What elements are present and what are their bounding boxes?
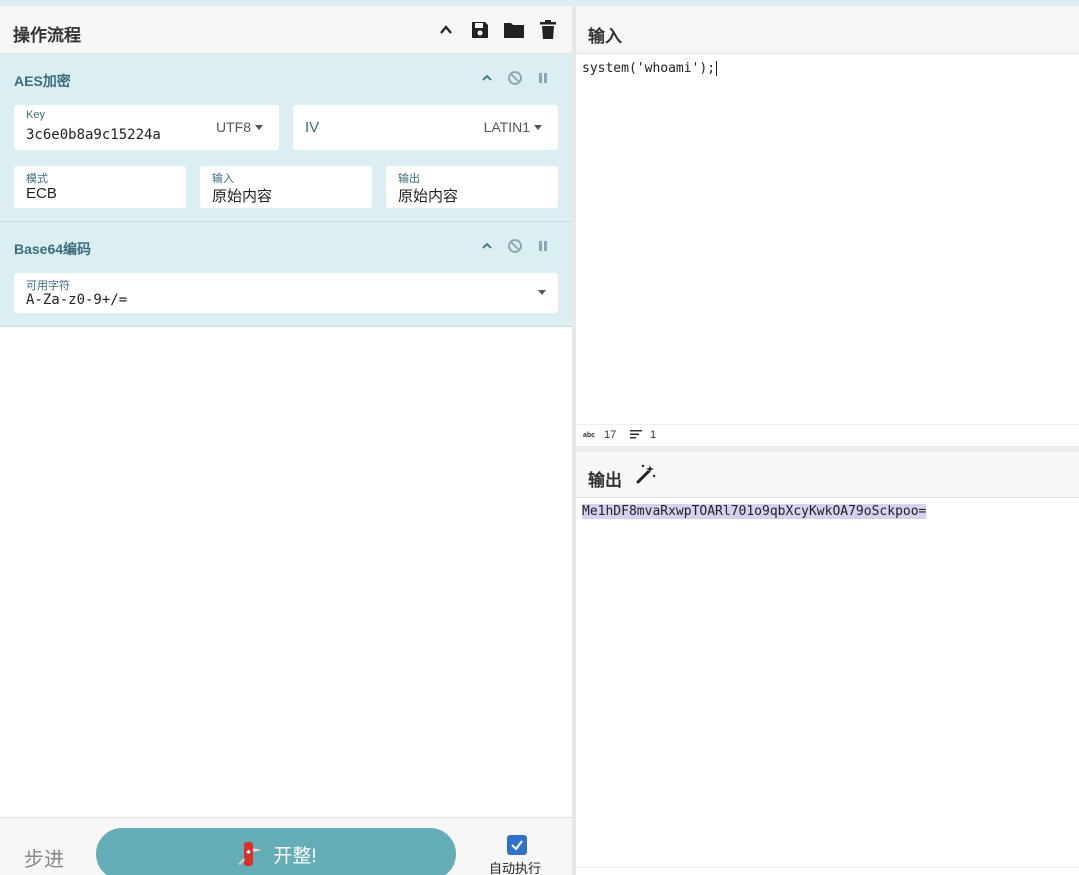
output-panel: 输出 Me1hDF8mvaRxwpTOARl701o9qbXcyKwkOA79o… (576, 452, 1079, 875)
input-textarea[interactable]: system('whoami'); (582, 61, 718, 76)
alphabet-value: A-Za-z0-9+/= (26, 292, 128, 308)
magic-wand-icon[interactable] (634, 462, 658, 491)
output-format-select[interactable]: 输出 原始内容 (386, 166, 558, 208)
chevron-up-icon[interactable] (478, 69, 496, 87)
knife-icon (238, 842, 264, 866)
disable-icon[interactable] (506, 69, 524, 87)
output-text: Me1hDF8mvaRxwpTOARl701o9qbXcyKwkOA79oSck… (582, 504, 927, 519)
recipe-footer: 步进 开整! 自动执行 (0, 817, 572, 875)
check-icon (511, 840, 523, 851)
save-icon[interactable] (468, 18, 492, 42)
caret-down-icon (538, 290, 546, 295)
operation-base64-encode: Base64编码 可用字符 A-Za-z0-9+/= (0, 222, 572, 327)
output-header: 输出 (576, 452, 1079, 498)
key-encoding-value: UTF8 (216, 119, 251, 135)
output-statusbar (576, 867, 1079, 875)
mode-label: 模式 (26, 173, 48, 185)
folder-icon[interactable] (502, 18, 526, 42)
text-cursor (716, 61, 718, 76)
bake-label: 开整! (273, 845, 317, 867)
operation-title: Base64编码 (14, 241, 92, 257)
bake-button[interactable]: 开整! (96, 828, 456, 875)
mode-select[interactable]: 模式 ECB (14, 166, 186, 208)
lines-icon (630, 429, 642, 442)
iv-encoding-value: LATIN1 (483, 119, 530, 135)
alphabet-label: 可用字符 (26, 280, 70, 292)
input-format-label: 输入 (212, 173, 234, 185)
output-format-label: 输出 (398, 173, 420, 185)
step-button[interactable]: 步进 (24, 843, 64, 872)
operation-title: AES加密 (14, 73, 71, 89)
auto-bake-checkbox[interactable] (507, 835, 527, 855)
input-text: system('whoami'); (582, 61, 716, 76)
key-value: 3c6e0b8a9c15224a (26, 127, 161, 143)
auto-bake-label: 自动执行 (489, 861, 542, 875)
pause-icon[interactable] (534, 69, 552, 87)
input-header: 输入 (576, 6, 1079, 54)
char-count: 17 (604, 429, 617, 441)
input-format-value: 原始内容 (212, 188, 273, 205)
input-panel: 输入 system('whoami'); (576, 6, 1079, 428)
collapse-all-icon[interactable] (434, 18, 458, 42)
disable-icon[interactable] (506, 237, 524, 255)
trash-icon[interactable] (536, 18, 560, 42)
iv-label: IV (305, 119, 320, 136)
chevron-up-icon[interactable] (478, 237, 496, 255)
input-statusbar: abc 17 1 (576, 424, 1079, 446)
pause-icon[interactable] (534, 237, 552, 255)
caret-down-icon (534, 124, 542, 130)
output-format-value: 原始内容 (398, 188, 459, 205)
output-textarea[interactable]: Me1hDF8mvaRxwpTOARl701o9qbXcyKwkOA79oSck… (582, 504, 927, 519)
iv-encoding-dropdown[interactable]: LATIN1 (484, 119, 542, 135)
iv-field[interactable]: IV LATIN1 (293, 105, 558, 150)
recipe-panel: 操作流程 AES加密 Key 3c6e0b8a9c15224a UTF8 IV … (0, 6, 572, 875)
mode-value: ECB (26, 185, 57, 202)
output-title: 输出 (588, 471, 622, 490)
chars-icon: abc (583, 432, 596, 439)
input-title: 输入 (588, 27, 622, 46)
input-format-select[interactable]: 输入 原始内容 (200, 166, 372, 208)
recipe-title: 操作流程 (13, 26, 81, 45)
key-label: Key (26, 109, 45, 121)
recipe-header: 操作流程 (0, 6, 572, 54)
key-encoding-dropdown[interactable]: UTF8 (216, 119, 263, 135)
caret-down-icon (255, 124, 263, 130)
line-count: 1 (650, 429, 657, 441)
alphabet-select[interactable]: 可用字符 A-Za-z0-9+/= (14, 273, 558, 313)
key-field[interactable]: Key 3c6e0b8a9c15224a UTF8 (14, 105, 279, 150)
operation-aes-encrypt: AES加密 Key 3c6e0b8a9c15224a UTF8 IV LATIN… (0, 54, 572, 222)
